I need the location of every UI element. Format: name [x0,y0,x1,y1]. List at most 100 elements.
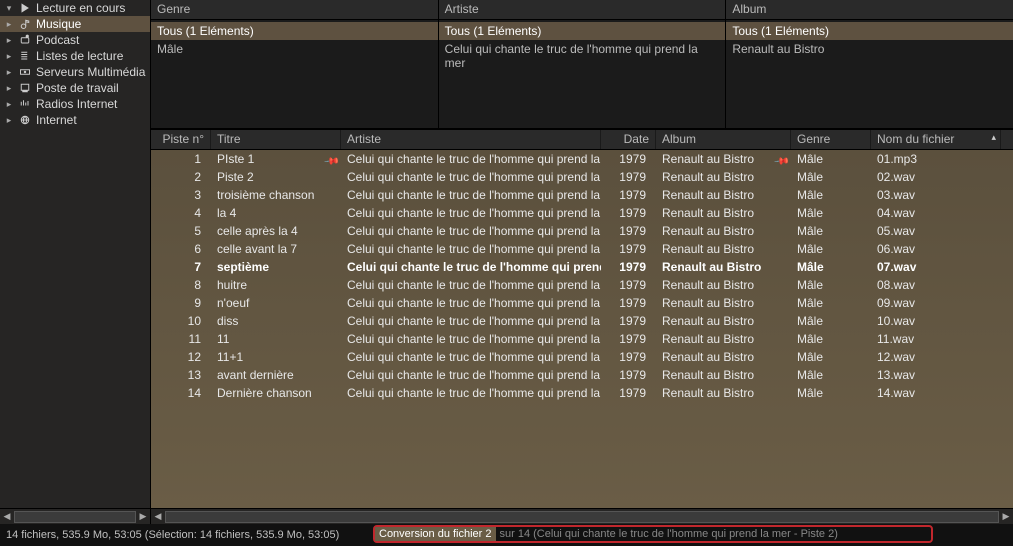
cell-piste: 2 [151,168,211,186]
cell-artiste: Celui qui chante le truc de l'homme qui … [341,240,601,258]
chevron-icon[interactable]: ▸ [4,67,14,78]
scroll-right-icon[interactable]: ▶ [136,510,150,524]
col-album[interactable]: Album [656,130,791,149]
chevron-icon[interactable]: ▸ [4,83,14,94]
cell-titre: septième [211,258,341,276]
cell-date: 1979 [601,186,656,204]
cell-artiste: Celui qui chante le truc de l'homme qui … [341,384,601,402]
cell-artiste: Celui qui chante le truc de l'homme qui … [341,258,601,276]
scroll-right-icon[interactable]: ▶ [999,510,1013,524]
cell-date: 1979 [601,276,656,294]
cell-piste: 4 [151,204,211,222]
cell-album: Renault au Bistro📌 [656,150,791,168]
chevron-icon[interactable]: ▸ [4,19,14,30]
cell-date: 1979 [601,204,656,222]
col-genre[interactable]: Genre [791,130,871,149]
sidebar-item-internet[interactable]: ▸Internet [0,112,150,128]
sidebar-hscroll[interactable]: ◀ ▶ [0,508,151,524]
table-row[interactable]: 14Dernière chansonCelui qui chante le tr… [151,384,1013,402]
cell-file: 08.wav [871,276,1001,294]
sidebar-item-podcast[interactable]: ▸Podcast [0,32,150,48]
cell-genre: Mâle [791,240,871,258]
col-piste[interactable]: Piste n° [151,130,211,149]
tree-icon [18,1,32,15]
sidebar-item-lecture-en-cours[interactable]: ▾Lecture en cours [0,0,150,16]
cell-artiste: Celui qui chante le truc de l'homme qui … [341,366,601,384]
cell-album: Renault au Bistro [656,222,791,240]
cell-genre: Mâle [791,294,871,312]
table-row[interactable]: 6celle avant la 7Celui qui chante le tru… [151,240,1013,258]
cell-genre: Mâle [791,186,871,204]
cell-date: 1979 [601,366,656,384]
table-row[interactable]: 1111Celui qui chante le truc de l'homme … [151,330,1013,348]
table-row[interactable]: 9n'oeufCelui qui chante le truc de l'hom… [151,294,1013,312]
col-artiste[interactable]: Artiste [341,130,601,149]
table-row[interactable]: 1PIste 1📌Celui qui chante le truc de l'h… [151,150,1013,168]
cell-artiste: Celui qui chante le truc de l'homme qui … [341,204,601,222]
table-row[interactable]: 7septièmeCelui qui chante le truc de l'h… [151,258,1013,276]
tree-icon [18,81,32,95]
filter-artiste-header[interactable]: Artiste [439,0,726,20]
col-titre[interactable]: Titre [211,130,341,149]
cell-genre: Mâle [791,276,871,294]
tree-icon [18,33,32,47]
cell-album: Renault au Bistro [656,384,791,402]
chevron-icon[interactable]: ▸ [4,51,14,62]
cell-date: 1979 [601,258,656,276]
filter-row[interactable]: Tous (1 Eléments) [151,22,438,40]
scroll-left-icon[interactable]: ◀ [0,510,14,524]
cell-date: 1979 [601,348,656,366]
filter-row[interactable]: Tous (1 Eléments) [439,22,726,40]
cell-piste: 12 [151,348,211,366]
cell-artiste: Celui qui chante le truc de l'homme qui … [341,312,601,330]
cell-genre: Mâle [791,204,871,222]
chevron-icon[interactable]: ▸ [4,35,14,46]
tree-icon [18,113,32,127]
scroll-left-icon[interactable]: ◀ [151,510,165,524]
cell-artiste: Celui qui chante le truc de l'homme qui … [341,186,601,204]
tracks-hscroll[interactable]: ◀ ▶ [151,508,1013,524]
cell-file: 03.wav [871,186,1001,204]
filter-row[interactable]: Celui qui chante le truc de l'homme qui … [439,40,726,58]
conversion-label: Conversion du fichier 2 [375,527,496,541]
cell-file: 04.wav [871,204,1001,222]
cell-date: 1979 [601,240,656,258]
sidebar-item-musique[interactable]: ▸Musique [0,16,150,32]
filter-genre: Genre Tous (1 Eléments)Mâle [151,0,439,128]
table-row[interactable]: 4la 4Celui qui chante le truc de l'homme… [151,204,1013,222]
cell-titre: PIste 1📌 [211,150,341,168]
col-fichier[interactable]: Nom du fichier [871,130,1001,149]
chevron-icon[interactable]: ▸ [4,115,14,126]
cell-titre: Piste 2 [211,168,341,186]
cell-date: 1979 [601,150,656,168]
col-date[interactable]: Date [601,130,656,149]
table-row[interactable]: 1211+1Celui qui chante le truc de l'homm… [151,348,1013,366]
filter-row[interactable]: Renault au Bistro [726,40,1013,58]
filter-album-header[interactable]: Album [726,0,1013,20]
cell-titre: avant dernière [211,366,341,384]
cell-artiste: Celui qui chante le truc de l'homme qui … [341,276,601,294]
chevron-icon[interactable]: ▾ [4,3,14,14]
cell-titre: huitre [211,276,341,294]
pin-icon: 📌 [325,153,336,164]
sidebar-item-radios-internet[interactable]: ▸Radios Internet [0,96,150,112]
table-row[interactable]: 3troisième chansonCelui qui chante le tr… [151,186,1013,204]
cell-titre: celle après la 4 [211,222,341,240]
table-row[interactable]: 8huitreCelui qui chante le truc de l'hom… [151,276,1013,294]
cell-titre: n'oeuf [211,294,341,312]
filter-album: Album Tous (1 Eléments)Renault au Bistro [726,0,1013,128]
table-row[interactable]: 13avant dernièreCelui qui chante le truc… [151,366,1013,384]
sidebar-item-poste-de-travail[interactable]: ▸Poste de travail [0,80,150,96]
table-row[interactable]: 2Piste 2Celui qui chante le truc de l'ho… [151,168,1013,186]
tree-icon [18,49,32,63]
filter-genre-header[interactable]: Genre [151,0,438,20]
table-row[interactable]: 10dissCelui qui chante le truc de l'homm… [151,312,1013,330]
sidebar-item-serveurs-multim-dia[interactable]: ▸Serveurs Multimédia [0,64,150,80]
cell-piste: 11 [151,330,211,348]
filter-row[interactable]: Tous (1 Eléments) [726,22,1013,40]
chevron-icon[interactable]: ▸ [4,99,14,110]
cell-piste: 10 [151,312,211,330]
filter-row[interactable]: Mâle [151,40,438,58]
sidebar-item-listes-de-lecture[interactable]: ▸Listes de lecture [0,48,150,64]
table-row[interactable]: 5celle après la 4Celui qui chante le tru… [151,222,1013,240]
